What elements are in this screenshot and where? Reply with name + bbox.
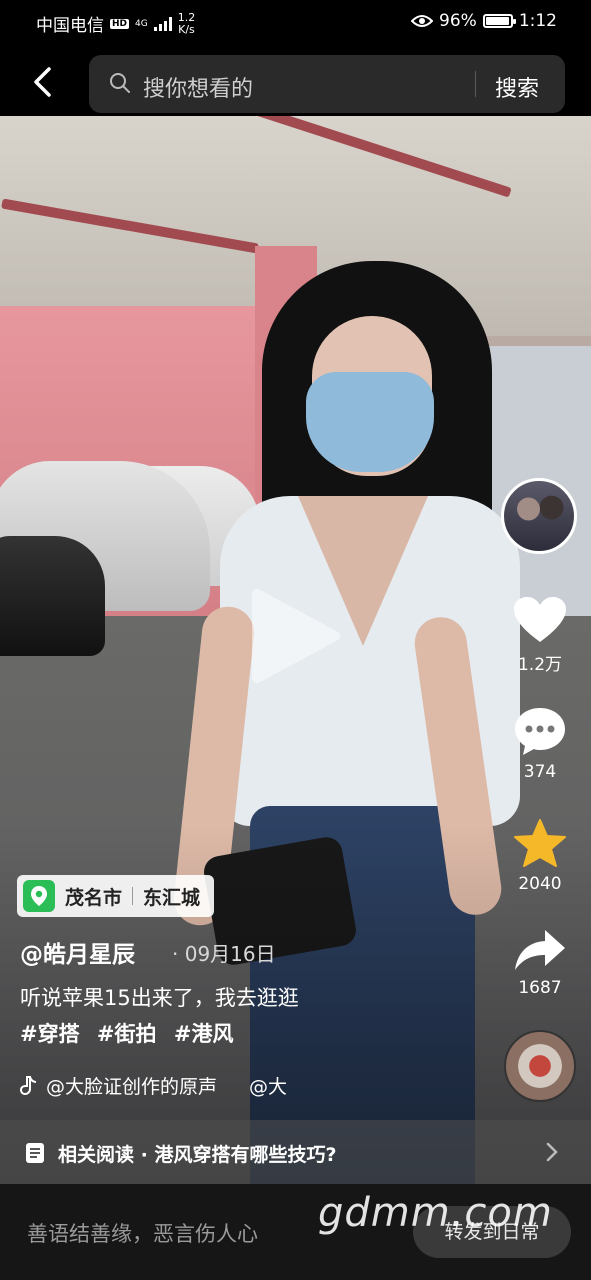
post-caption: 听说苹果15出来了，我去逛逛 xyxy=(20,986,299,1010)
status-left: 中国电信 HD 4G 1.2 K/s xyxy=(36,11,195,36)
clock: 1:12 xyxy=(518,11,557,31)
video-car xyxy=(0,536,105,656)
tiktok-note-icon xyxy=(20,1075,37,1095)
hashtag-link[interactable]: #穿搭 xyxy=(20,1022,80,1046)
back-arrow-icon xyxy=(34,67,51,97)
share-count: 1687 xyxy=(518,978,562,998)
location-city: 茂名市 xyxy=(65,886,123,909)
play-icon[interactable] xyxy=(245,586,345,686)
battery-percent: 96% xyxy=(439,11,477,31)
related-reading-bar[interactable]: 相关阅读 · 港风穿搭有哪些技巧? xyxy=(0,1120,591,1184)
author-avatar[interactable] xyxy=(501,478,577,554)
hd-badge: HD xyxy=(110,18,130,29)
network-speed: 1.2 K/s xyxy=(177,10,196,36)
related-reading-text: 相关阅读 · 港风穿搭有哪些技巧? xyxy=(58,1144,337,1166)
comment-input[interactable]: 善语结善缘，恶言伤人心 xyxy=(27,1218,258,1248)
share-button[interactable]: 1687 xyxy=(500,928,580,998)
carrier-label: 中国电信 xyxy=(36,16,104,36)
heart-icon xyxy=(514,597,566,642)
post-date: · 09月16日 xyxy=(172,942,276,966)
comment-icon xyxy=(515,708,565,755)
search-header: 搜你想看的 搜索 xyxy=(0,44,591,116)
favorite-button[interactable]: 2040 xyxy=(500,818,580,894)
document-icon xyxy=(26,1143,44,1163)
search-input[interactable]: 搜你想看的 搜索 xyxy=(89,55,565,113)
music-title: @大脸证创作的原声 xyxy=(46,1076,218,1098)
music-extra: @大 xyxy=(249,1076,288,1098)
hashtag-link[interactable]: #街拍 xyxy=(97,1022,157,1046)
network-label: 4G xyxy=(135,18,148,29)
like-button[interactable]: 1.2万 xyxy=(500,596,580,675)
battery-icon xyxy=(482,14,516,28)
share-arrow-icon xyxy=(515,930,565,970)
chevron-right-icon xyxy=(546,1142,558,1162)
music-disc[interactable] xyxy=(504,1030,576,1102)
watermark-logo: gdmm.com xyxy=(318,1190,553,1236)
back-button[interactable] xyxy=(22,62,62,102)
comment-button[interactable]: 374 xyxy=(500,706,580,782)
like-count: 1.2万 xyxy=(517,655,563,675)
star-icon xyxy=(514,819,566,867)
status-bar: 中国电信 HD 4G 1.2 K/s 96% 1:12 xyxy=(0,0,591,44)
speed-unit: K/s xyxy=(178,22,195,36)
location-tag[interactable]: 茂名市 东汇城 xyxy=(17,875,215,917)
status-right: 96% 1:12 xyxy=(411,11,557,31)
signal-icon xyxy=(153,16,172,31)
music-info[interactable]: @大脸证创作的原声 @大 xyxy=(20,1072,287,1099)
speed-value: 1.2 xyxy=(177,10,196,24)
location-place: 东汇城 xyxy=(143,886,201,909)
location-divider xyxy=(132,887,134,905)
location-pin-icon xyxy=(23,880,55,912)
hashtags: #穿搭 #街拍 #港风 xyxy=(20,1018,243,1048)
author-name[interactable]: @皓月星辰 xyxy=(20,935,135,969)
search-button[interactable]: 搜索 xyxy=(495,71,539,103)
comment-count: 374 xyxy=(523,762,557,782)
hashtag-link[interactable]: #港风 xyxy=(174,1022,234,1046)
search-icon xyxy=(110,73,130,93)
search-divider xyxy=(475,71,476,97)
search-placeholder: 搜你想看的 xyxy=(143,77,254,102)
battery-fill xyxy=(485,17,509,25)
favorite-count: 2040 xyxy=(518,874,562,894)
eye-icon xyxy=(411,15,434,27)
video-person-mask xyxy=(306,372,434,472)
